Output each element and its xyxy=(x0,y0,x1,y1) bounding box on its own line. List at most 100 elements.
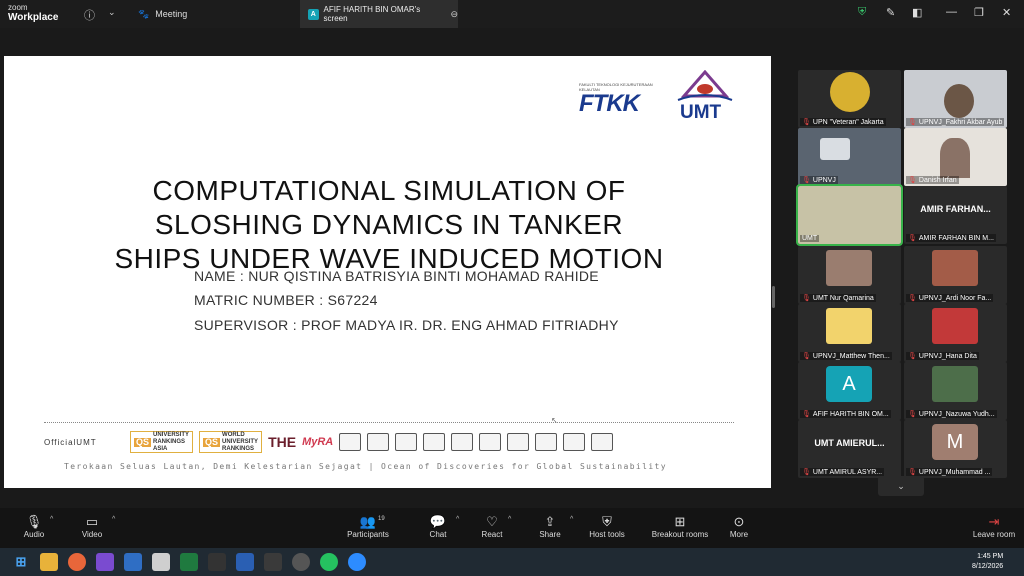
participant-name: 🎙 UPNVJ_Matthew Then... xyxy=(800,352,892,360)
participant-tile[interactable]: 🎙 UPNVJ_Fakhri Akbar Ayub xyxy=(904,70,1007,128)
footer-logos: OfficialUMT QS UNIVERSITY RANKINGS ASIA … xyxy=(44,428,734,456)
react-button[interactable]: ♡ React xyxy=(462,514,522,539)
video-options-caret[interactable]: ^ xyxy=(112,516,115,523)
more-button[interactable]: ⊙ More xyxy=(709,514,769,539)
settings-icon[interactable] xyxy=(292,553,310,571)
chevron-down-icon[interactable]: ⌄ xyxy=(108,7,116,18)
participant-name-text: UPNVJ_Hana Dita xyxy=(918,352,977,360)
react-label: React xyxy=(481,530,503,539)
restore-icon[interactable]: ❐ xyxy=(974,6,984,19)
chat-options-caret[interactable]: ^ xyxy=(456,516,459,523)
participant-name-text: UPNVJ_Fakhri Akbar Ayub xyxy=(918,118,1003,126)
participant-name-text: UMT xyxy=(802,235,818,242)
participant-tile[interactable]: 🎙 UPNVJ_Matthew Then... xyxy=(798,304,901,362)
participant-tile[interactable]: 🎙 UPN "Veteran" Jakarta xyxy=(798,70,901,128)
participant-video xyxy=(820,138,850,160)
participant-name-text: UPN "Veteran" Jakarta xyxy=(812,118,884,126)
minimize-icon[interactable]: — xyxy=(946,6,957,18)
qs-asia-text: UNIVERSITY RANKINGS ASIA xyxy=(153,432,189,453)
mic-muted-icon: 🎙 xyxy=(908,353,917,360)
participant-gallery: 🎙 UPN "Veteran" Jakarta 🎙 UPNVJ_Fakhri Akb… xyxy=(796,66,1008,496)
qs-world-line-1: WORLD xyxy=(222,431,245,438)
more-options-icon[interactable]: ⊖ xyxy=(450,9,458,20)
participant-tile[interactable]: 🎙 UPNVJ_Hana Dita xyxy=(904,304,1007,362)
react-options-caret[interactable]: ^ xyxy=(508,516,511,523)
participant-avatar xyxy=(826,308,872,344)
participant-initial-avatar: A xyxy=(826,366,872,402)
firefox-icon[interactable] xyxy=(68,553,86,571)
windows-start-icon[interactable]: ⊞ xyxy=(12,553,30,571)
mouse-cursor-icon: ↖ xyxy=(551,416,558,425)
participant-name-text: UMT Nur Qamarina xyxy=(812,294,874,302)
close-icon[interactable]: ✕ xyxy=(1002,6,1011,19)
qs-asia-line-2: RANKINGS xyxy=(153,438,186,445)
info-icon[interactable]: ⓘ xyxy=(84,7,95,23)
app-icon[interactable] xyxy=(124,553,142,571)
leave-icon: ⇥ xyxy=(988,514,1000,529)
tab-shared-screen[interactable]: A AFIF HARITH BIN OMAR's screen ⊖ xyxy=(300,0,458,28)
participant-name: 🎙 UPNVJ_Muhammad ... xyxy=(906,468,993,476)
whatsapp-icon[interactable] xyxy=(320,553,338,571)
splitter-handle[interactable] xyxy=(772,286,775,308)
participant-tile[interactable]: AMIR FARHAN... 🎙 AMIR FARHAN BIN M... xyxy=(904,186,1007,244)
participant-display-name: UMT AMIERUL... xyxy=(814,438,885,448)
file-explorer-icon[interactable] xyxy=(40,553,58,571)
tab-meeting-label: Meeting xyxy=(155,9,188,19)
mic-muted-icon: 🎙 xyxy=(802,353,811,360)
shared-screen-stage: FAKULTI TEKNOLOGI KEJURUTERAAN KELAUTAN … xyxy=(0,28,790,508)
participant-tile[interactable]: 🎙 UPNVJ_Ardi Noor Fa... xyxy=(904,246,1007,304)
app-icon[interactable] xyxy=(264,553,282,571)
slide-tagline: Terokaan Seluas Lautan, Demi Kelestarian… xyxy=(64,462,667,471)
participant-name: 🎙 UMT AMIRUL ASYR... xyxy=(800,468,885,476)
participant-tile[interactable]: 🎙 Danish Irfan xyxy=(904,128,1007,186)
participant-tile[interactable]: 🎙 UPNVJ xyxy=(798,128,901,186)
audio-options-caret[interactable]: ^ xyxy=(50,516,53,523)
participant-tile[interactable]: 🎙 UPNVJ_Nazuwa Yudh... xyxy=(904,362,1007,420)
participant-display-name: AMIR FARHAN... xyxy=(920,204,991,214)
participant-name-text: UPNVJ_Muhammad ... xyxy=(918,468,991,476)
share-options-caret[interactable]: ^ xyxy=(570,516,573,523)
word-icon[interactable] xyxy=(236,553,254,571)
matric-number: MATRIC NUMBER : S67224 xyxy=(194,292,378,308)
participant-avatar xyxy=(932,366,978,402)
view-icon[interactable]: ◧ xyxy=(912,6,922,19)
grid-icon: ⊞ xyxy=(674,514,686,529)
qs-world-badge: QS WORLD UNIVERSITY RANKINGS xyxy=(199,431,263,453)
meeting-controls: 🎙 Audio ^ ▭ Video ^ 👥 Participants 19 💬 Chat… xyxy=(0,508,1024,548)
tab-meeting[interactable]: 🐾 Meeting xyxy=(138,4,187,24)
mic-muted-icon: 🎙 xyxy=(908,411,917,418)
participant-name-text: AFIF HARITH BIN OM... xyxy=(812,410,889,418)
title-line-1: COMPUTATIONAL SIMULATION OF xyxy=(152,175,626,206)
participant-name: 🎙 Danish Irfan xyxy=(906,176,959,184)
certification-badge xyxy=(591,433,614,451)
paw-icon: 🐾 xyxy=(138,8,150,19)
participant-avatar xyxy=(932,308,978,344)
host-tools-label: Host tools xyxy=(589,530,625,539)
app-icon[interactable] xyxy=(152,553,170,571)
shield-icon[interactable]: ⛨ xyxy=(858,6,866,19)
tab-shared-screen-label: AFIF HARITH BIN OMAR's screen xyxy=(323,5,421,23)
brand-name: Workplace xyxy=(8,12,59,23)
participants-button[interactable]: 👥 Participants xyxy=(338,514,398,539)
participant-tile[interactable]: M 🎙 UPNVJ_Muhammad ... xyxy=(904,420,1007,478)
excel-icon[interactable] xyxy=(180,553,198,571)
qs-asia-line-3: ASIA xyxy=(153,445,168,452)
student-name: NAME : NUR QISTINA BATRISYIA BINTI MOHAM… xyxy=(194,268,599,284)
participant-tile-active-speaker[interactable]: UMT xyxy=(796,184,903,246)
participant-name: 🎙 UPNVJ_Ardi Noor Fa... xyxy=(906,294,994,302)
annotate-icon[interactable]: ✎ xyxy=(886,6,895,19)
participant-tile[interactable]: UMT AMIERUL... 🎙 UMT AMIRUL ASYR... xyxy=(798,420,901,478)
audio-button[interactable]: 🎙 Audio xyxy=(4,514,64,539)
leave-room-button[interactable]: ⇥ Leave room xyxy=(964,514,1024,539)
host-tools-button[interactable]: ⛨ Host tools xyxy=(577,514,637,539)
participant-tile[interactable]: A 🎙 AFIF HARITH BIN OM... xyxy=(798,362,901,420)
certification-badge xyxy=(507,433,530,451)
participant-tile[interactable]: 🎙 UMT Nur Qamarina xyxy=(798,246,901,304)
gallery-next-page-button[interactable]: ⌄ xyxy=(878,476,924,496)
app-icon[interactable] xyxy=(96,553,114,571)
breakout-rooms-button[interactable]: ⊞ Breakout rooms xyxy=(650,514,710,539)
qs-asia-line-1: UNIVERSITY xyxy=(153,431,190,438)
zoom-taskbar-icon[interactable] xyxy=(348,553,366,571)
mic-muted-icon: 🎙 xyxy=(908,235,917,242)
app-icon[interactable] xyxy=(208,553,226,571)
